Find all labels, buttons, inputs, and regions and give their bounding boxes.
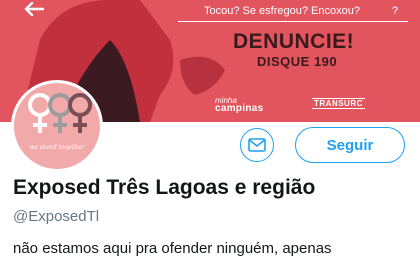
banner-tagline-text: Tocou? Se esfregou? Encoxou? <box>204 5 360 17</box>
avatar-caption: we stand together <box>29 144 85 151</box>
arrow-left-icon <box>24 2 44 16</box>
profile-handle: @ExposedTl <box>13 208 100 225</box>
follow-button[interactable]: Seguir <box>295 127 405 163</box>
back-button[interactable] <box>14 0 54 18</box>
banner-rule <box>178 21 408 22</box>
banner-logo-transit: TRANSURC <box>312 98 365 109</box>
banner-tagline-mark: ? <box>391 5 398 17</box>
avatar[interactable]: we stand together <box>11 80 103 172</box>
banner-tagline: Tocou? Se esfregou? Encoxou? ? <box>178 3 408 22</box>
message-button[interactable] <box>240 128 274 162</box>
banner-cta-title: DENUNCIE! <box>233 30 355 53</box>
avatar-image: we stand together <box>14 83 100 169</box>
female-symbols-icon <box>28 93 92 133</box>
profile-bio: não estamos aqui pra ofender ninguém, ap… <box>13 240 332 257</box>
profile-name: Exposed Três Lagoas e região <box>13 176 316 199</box>
banner-logo-main: campinas <box>215 103 264 114</box>
banner-cta-subtitle: DISQUE 190 <box>257 54 338 69</box>
envelope-icon <box>248 138 266 152</box>
banner-logo-campinas: minha campinas <box>215 97 264 114</box>
